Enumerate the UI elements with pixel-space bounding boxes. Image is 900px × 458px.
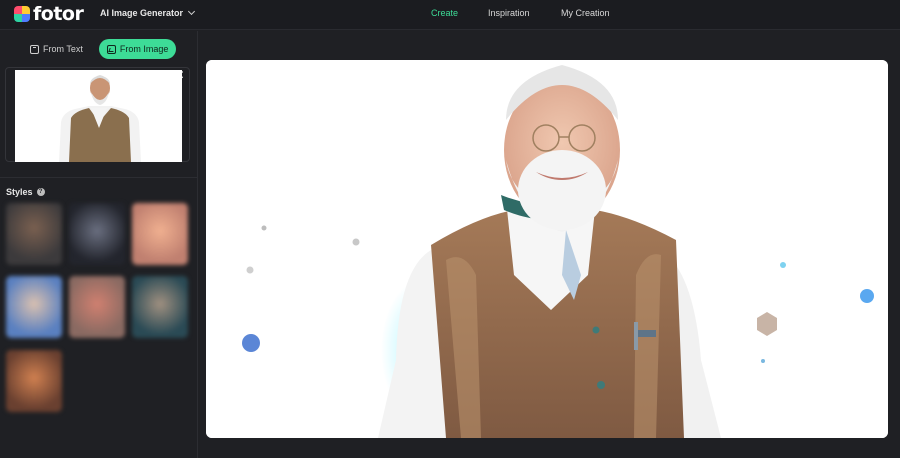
tab-from-text[interactable]: From Text [22,39,91,59]
top-bar: fotor AI Image Generator Create Inspirat… [0,0,900,30]
canvas-area [199,31,900,458]
uploaded-image-thumbnail [15,70,182,162]
logo-text: fotor [33,3,84,25]
styles-label: Styles [6,187,33,197]
generated-portrait [206,60,888,438]
styles-heading: Styles ? [6,187,45,197]
text-box-icon [30,44,39,54]
style-tile-5[interactable] [69,276,125,338]
fotor-logo-icon [14,6,30,22]
style-tile-1[interactable] [6,203,62,265]
divider [0,177,198,178]
style-tile-3[interactable] [132,203,188,265]
style-tile-2[interactable] [69,203,125,265]
product-dropdown[interactable]: AI Image Generator [100,7,196,18]
tab-from-image-label: From Image [119,44,169,54]
tab-from-image[interactable]: From Image [98,39,177,59]
style-tile-6[interactable] [132,276,188,338]
sidebar: From Text From Image ✕ Styles ? [0,31,198,458]
image-icon [106,44,116,54]
generated-image-canvas[interactable] [206,60,888,438]
chevron-down-icon [187,7,196,16]
style-tile-4[interactable] [6,276,62,338]
nav-my-creation[interactable]: My Creation [561,8,610,18]
style-tile-7[interactable] [6,350,62,412]
fotor-logo[interactable]: fotor [14,3,84,25]
mode-tabs: From Text From Image [22,39,177,59]
uploaded-photo [15,70,182,162]
tab-from-text-label: From Text [43,44,83,54]
help-icon[interactable]: ? [36,188,45,196]
nav-inspiration[interactable]: Inspiration [488,8,530,18]
close-icon[interactable]: ✕ [174,69,185,81]
product-label: AI Image Generator [100,8,184,18]
nav-create[interactable]: Create [431,8,458,18]
uploaded-image-panel: ✕ [5,67,190,162]
